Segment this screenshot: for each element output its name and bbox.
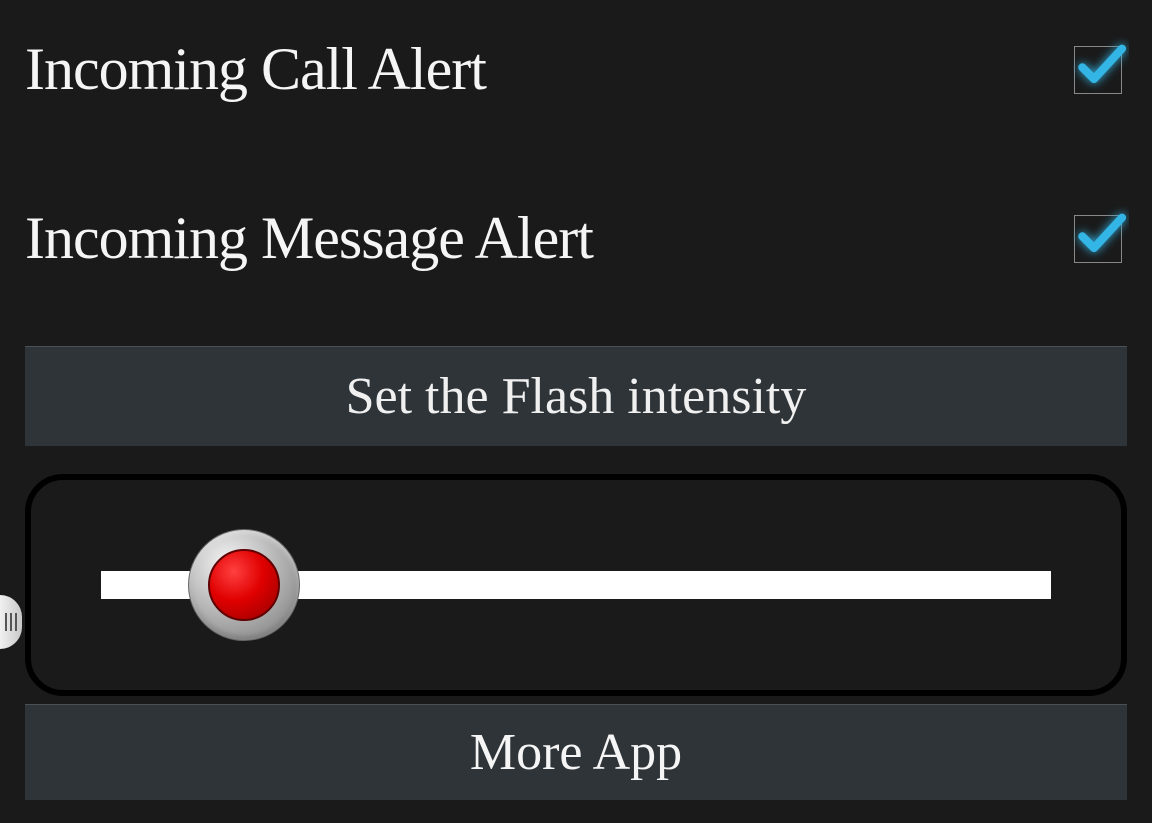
thumb-dot-icon — [208, 549, 280, 621]
grip-line-icon — [10, 613, 12, 631]
flash-intensity-thumb[interactable] — [188, 529, 300, 641]
flash-intensity-header: Set the Flash intensity — [25, 346, 1127, 446]
check-icon — [1073, 37, 1129, 93]
incoming-message-alert-checkbox[interactable] — [1074, 215, 1122, 263]
check-icon — [1073, 206, 1129, 262]
incoming-message-alert-label: Incoming Message Alert — [25, 204, 593, 273]
flash-intensity-slider-container — [25, 474, 1127, 696]
incoming-call-alert-row: Incoming Call Alert — [0, 0, 1152, 159]
incoming-message-alert-row: Incoming Message Alert — [0, 159, 1152, 328]
grip-line-icon — [5, 613, 7, 631]
incoming-call-alert-label: Incoming Call Alert — [25, 35, 486, 104]
drawer-handle[interactable] — [0, 595, 22, 649]
incoming-call-alert-checkbox[interactable] — [1074, 46, 1122, 94]
grip-line-icon — [15, 613, 17, 631]
more-app-button[interactable]: More App — [25, 704, 1127, 800]
flash-intensity-slider[interactable] — [101, 571, 1051, 599]
